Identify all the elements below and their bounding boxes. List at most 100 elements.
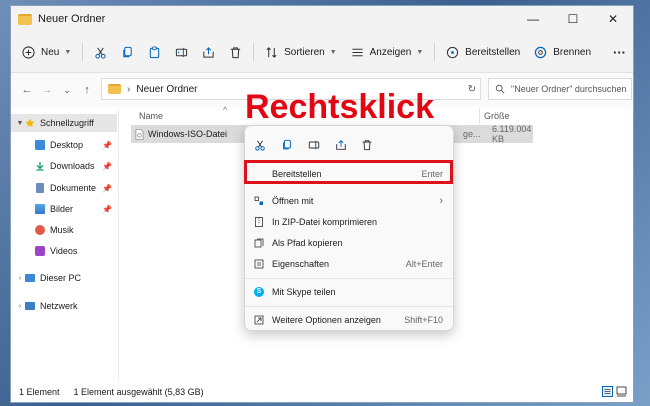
pin-icon: 📌	[102, 161, 112, 171]
close-button[interactable]: ✕	[593, 6, 633, 32]
breadcrumb-separator: ›	[127, 83, 131, 95]
share-button[interactable]	[195, 38, 222, 66]
trash-icon	[362, 140, 372, 151]
pictures-icon	[35, 204, 45, 214]
rename-button[interactable]	[168, 38, 195, 66]
sidebar-item-desktop[interactable]: Desktop 📌	[11, 136, 117, 154]
music-icon	[35, 225, 45, 235]
menu-item-open-with[interactable]: Öffnen mit ›	[245, 190, 453, 211]
skype-icon: S	[254, 286, 264, 297]
forward-button[interactable]: →	[37, 84, 57, 96]
open-with-icon	[254, 196, 263, 205]
more-options-icon	[254, 315, 264, 324]
sidebar-item-videos[interactable]: Videos	[11, 242, 117, 260]
menu-item-label: Mit Skype teilen	[272, 286, 336, 297]
sidebar-item-this-pc[interactable]: › Dieser PC	[11, 269, 117, 287]
file-name: Windows-ISO-Datei	[148, 129, 228, 139]
menu-item-skype-share[interactable]: S Mit Skype teilen	[245, 281, 453, 302]
up-button[interactable]: ↑	[77, 84, 97, 96]
breadcrumb-current[interactable]: Neuer Ordner	[136, 84, 197, 95]
menu-item-more-options[interactable]: Weitere Optionen anzeigen Shift+F10	[245, 309, 453, 330]
sort-button[interactable]: Sortieren ▼	[258, 38, 344, 66]
ctx-cut-button[interactable]	[249, 134, 271, 156]
provide-button[interactable]: Bereitstellen	[439, 38, 527, 66]
refresh-button[interactable]: ↻	[462, 84, 482, 95]
chevron-down-icon[interactable]: ▼	[15, 120, 25, 127]
sidebar-item-label: Schnellzugriff	[40, 118, 94, 128]
zip-icon	[255, 216, 263, 227]
menu-item-compress-zip[interactable]: In ZIP-Datei komprimieren	[245, 211, 453, 232]
toolbar-divider	[82, 43, 84, 61]
sidebar-item-label: Dokumente	[50, 183, 97, 193]
plus-circle-icon	[22, 45, 35, 59]
menu-item-label: Weitere Optionen anzeigen	[272, 314, 381, 325]
details-view-button[interactable]	[602, 386, 613, 397]
tiles-view-button[interactable]	[616, 386, 627, 397]
status-bar: 1 Element 1 Element ausgewählt (5,83 GB)	[11, 382, 633, 402]
chevron-down-icon: ▼	[64, 48, 72, 56]
sidebar-item-music[interactable]: Musik	[11, 221, 117, 239]
more-icon: ···	[613, 44, 627, 60]
copy-icon	[283, 139, 291, 150]
view-button[interactable]: Anzeigen ▼	[344, 38, 431, 66]
burn-button[interactable]: Brennen	[527, 38, 598, 66]
rename-icon	[176, 47, 188, 57]
right-click-annotation: Rechtsklick	[245, 88, 434, 126]
column-header-name[interactable]: Name	[139, 111, 163, 121]
menu-item-shortcut: Shift+F10	[404, 314, 443, 325]
menu-item-label: Eigenschaften	[272, 258, 330, 269]
sidebar-item-label: Dieser PC	[40, 273, 82, 283]
sidebar-item-documents[interactable]: Dokumente 📌	[11, 179, 117, 197]
desktop-icon	[35, 140, 45, 150]
maximize-button[interactable]: ☐	[553, 6, 593, 32]
clipboard-icon	[150, 45, 160, 58]
chevron-right-icon[interactable]: ›	[15, 275, 25, 282]
context-menu: Bereitstellen Enter Öffnen mit › In ZIP-…	[244, 125, 454, 331]
toolbar-divider	[434, 43, 436, 61]
sidebar-item-label: Netzwerk	[40, 301, 78, 311]
delete-button[interactable]	[222, 38, 249, 66]
new-label: Neu	[41, 46, 60, 58]
provide-label: Bereitstellen	[465, 46, 521, 58]
folder-icon	[108, 84, 121, 94]
ctx-delete-button[interactable]	[356, 134, 378, 156]
menu-item-label: In ZIP-Datei komprimieren	[272, 216, 378, 227]
file-type: ge...	[463, 129, 481, 139]
properties-icon	[254, 259, 264, 268]
sidebar-item-network[interactable]: › Netzwerk	[11, 297, 117, 315]
burn-label: Brennen	[553, 46, 592, 58]
ctx-share-button[interactable]	[330, 134, 352, 156]
chevron-right-icon[interactable]: ›	[15, 303, 25, 310]
context-quick-actions	[245, 134, 453, 156]
paste-button[interactable]	[141, 38, 168, 66]
scissors-icon	[95, 47, 106, 59]
copy-icon	[123, 46, 132, 57]
menu-item-copy-path[interactable]: Als Pfad kopieren	[245, 232, 453, 253]
column-header-size[interactable]: Größe	[484, 111, 510, 121]
navigation-pane: ▼ Schnellzugriff Desktop 📌 Downloads 📌 D…	[11, 108, 117, 382]
recent-locations-button[interactable]: ⌄	[57, 85, 77, 96]
ctx-copy-button[interactable]	[276, 134, 298, 156]
menu-item-properties[interactable]: Eigenschaften Alt+Enter	[245, 253, 453, 274]
star-icon	[25, 118, 35, 127]
back-button[interactable]: ←	[17, 84, 37, 96]
sidebar-item-pictures[interactable]: Bilder 📌	[11, 200, 117, 218]
rename-icon	[308, 140, 320, 150]
menu-item-label: Als Pfad kopieren	[272, 237, 343, 248]
new-button[interactable]: Neu ▼	[15, 38, 78, 66]
sidebar-item-label: Bilder	[50, 204, 74, 214]
computer-icon	[25, 274, 35, 282]
minimize-button[interactable]: —	[513, 6, 553, 32]
sidebar-item-downloads[interactable]: Downloads 📌	[11, 157, 117, 175]
column-divider	[479, 108, 480, 124]
chevron-down-icon: ▼	[329, 48, 337, 56]
more-options-button[interactable]: ···	[606, 38, 633, 66]
copy-button[interactable]	[114, 38, 141, 66]
ctx-rename-button[interactable]	[303, 134, 325, 156]
sidebar-item-quick-access[interactable]: ▼ Schnellzugriff	[11, 114, 117, 132]
cut-button[interactable]	[87, 38, 114, 66]
disc-image-file-icon	[135, 128, 144, 140]
folder-icon	[18, 13, 32, 25]
search-box[interactable]: "Neuer Ordner" durchsuchen	[488, 78, 632, 100]
toolbar-divider	[253, 43, 255, 61]
